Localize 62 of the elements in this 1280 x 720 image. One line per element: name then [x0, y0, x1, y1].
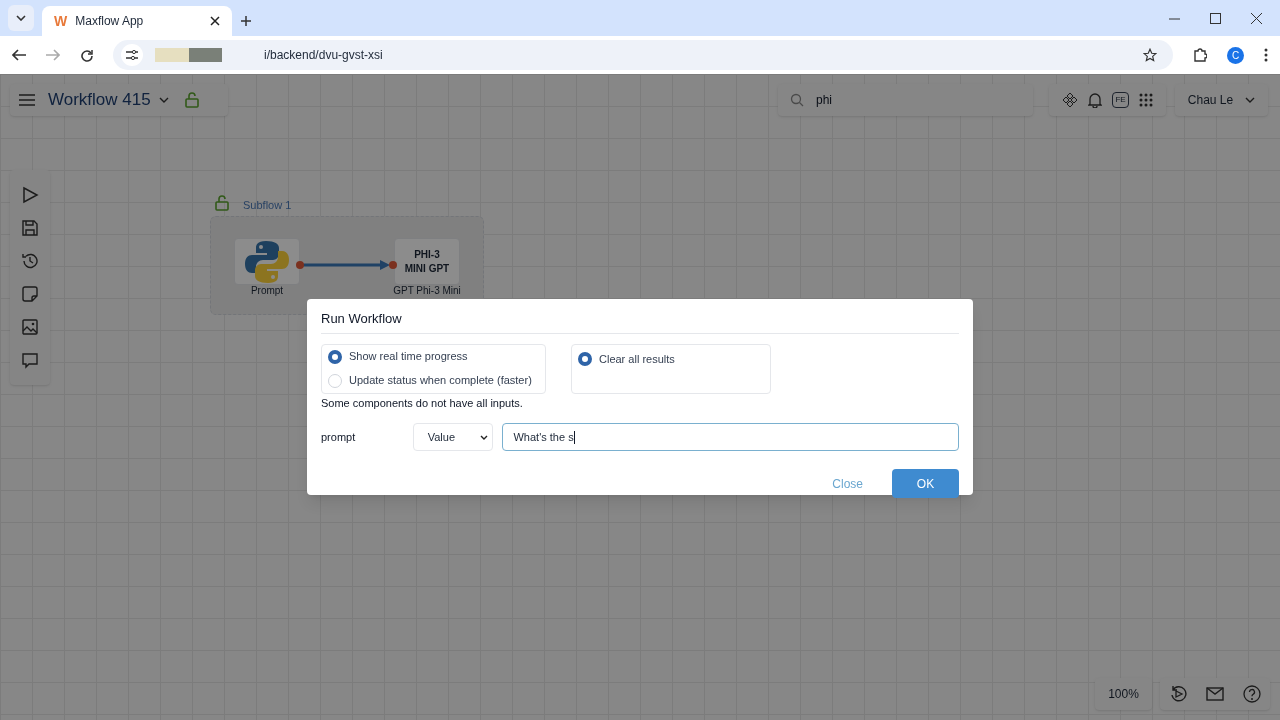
ok-button[interactable]: OK [892, 469, 959, 498]
tab-title: Maxflow App [75, 13, 145, 30]
new-tab-icon[interactable] [240, 15, 252, 27]
tab-list-button[interactable] [8, 5, 34, 31]
mail-icon[interactable] [1206, 687, 1224, 701]
close-icon[interactable] [210, 16, 220, 26]
bell-icon[interactable] [1088, 92, 1103, 108]
radio-label[interactable]: Clear all results [599, 350, 675, 367]
image-icon[interactable] [21, 318, 39, 337]
chevron-down-icon[interactable] [158, 97, 169, 103]
maximize-icon[interactable] [1210, 13, 1221, 24]
search-value: phi [816, 92, 832, 109]
chevron-down-icon [480, 434, 489, 440]
address-bar[interactable]: i/backend/dvu-gvst-xsi [113, 40, 1173, 70]
fe-badge-icon[interactable]: FE [1112, 92, 1129, 108]
input-label: prompt [321, 429, 357, 445]
mode-dropdown[interactable]: Value [412, 423, 494, 451]
back-icon[interactable] [12, 49, 26, 61]
comment-icon[interactable] [21, 351, 39, 370]
minimize-icon[interactable] [1169, 17, 1180, 20]
node-label: GPT Phi-3 Mini [393, 285, 461, 296]
replay-icon[interactable] [1169, 685, 1188, 703]
profile-avatar[interactable]: C [1227, 46, 1244, 64]
radio-button[interactable] [328, 349, 342, 364]
workflow-node[interactable]: PHI-3 MINI GPT [394, 238, 460, 285]
diamonds-icon[interactable] [1062, 92, 1079, 108]
close-button[interactable]: Close [830, 469, 865, 498]
group-title: Subflow 1 [243, 198, 292, 213]
redacted-block [189, 48, 222, 62]
star-icon[interactable] [1143, 48, 1157, 62]
python-logo-icon [244, 238, 290, 285]
chevron-down-icon [1245, 97, 1256, 103]
warning-text: Some components do not have all inputs. [321, 395, 524, 411]
app-logo-icon: W [54, 10, 68, 32]
apps-grid-icon[interactable] [1138, 93, 1153, 107]
radio-label[interactable]: Update status when complete (faster) [349, 372, 532, 389]
redacted-block [155, 48, 189, 62]
close-icon[interactable] [1251, 13, 1262, 24]
site-settings-icon[interactable] [121, 44, 143, 66]
sticky-note-icon[interactable] [21, 285, 39, 304]
browser-tab[interactable]: W Maxflow App [42, 6, 232, 36]
node-title: PHI-3 MINI GPT [404, 247, 450, 276]
workflow-title[interactable]: Workflow 415 [48, 87, 151, 113]
url-text: i/backend/dvu-gvst-xsi [264, 47, 384, 64]
search-field[interactable]: phi [778, 84, 1033, 116]
menu-icon[interactable] [1264, 48, 1268, 62]
radio-button[interactable] [578, 351, 592, 366]
zoom-level[interactable]: 100% [1095, 678, 1152, 710]
history-icon[interactable] [21, 251, 39, 270]
node-label: Prompt [250, 285, 284, 296]
user-menu-button[interactable]: Chau Le [1175, 84, 1268, 116]
search-icon [790, 93, 804, 107]
reload-icon[interactable] [80, 48, 93, 62]
radio-label[interactable]: Show real time progress [349, 348, 468, 365]
chevron-down-icon [16, 15, 26, 21]
help-icon[interactable] [1242, 685, 1261, 703]
extensions-icon[interactable] [1193, 48, 1207, 62]
dialog-title: Run Workflow [321, 309, 959, 334]
play-icon[interactable] [21, 185, 39, 204]
workflow-node[interactable] [234, 238, 300, 285]
value-input-field[interactable]: What's the s [502, 423, 959, 451]
save-icon[interactable] [21, 218, 39, 237]
